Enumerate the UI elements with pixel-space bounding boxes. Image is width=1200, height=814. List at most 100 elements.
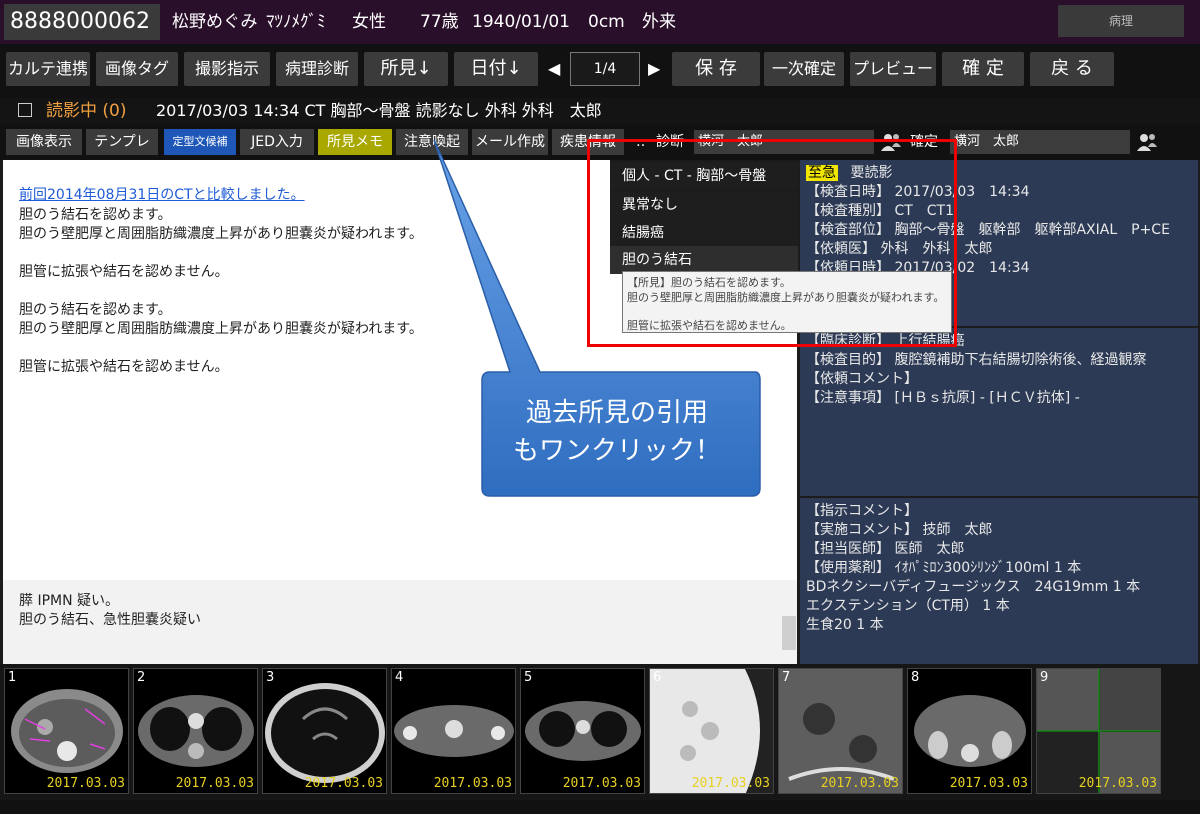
thumbnail-number: 2 <box>137 670 146 685</box>
shooting-instruction-button[interactable]: 撮影指示 <box>184 52 270 86</box>
preview-button[interactable]: プレビュー <box>850 52 936 86</box>
patient-name: 松野めぐみ <box>172 12 258 32</box>
thumbnail-number: 4 <box>395 670 404 685</box>
primary-confirm-button[interactable]: 一次確定 <box>764 52 844 86</box>
thumbnail[interactable]: 9 2017.03.03 <box>1036 668 1161 794</box>
thumbnail[interactable]: 8 2017.03.03 <box>907 668 1032 794</box>
menu-item-category[interactable]: 個人 - CT - 胸部～骨盤 <box>610 162 798 190</box>
thumbnail-date: 2017.03.03 <box>562 776 641 791</box>
menu-item-colon-cancer[interactable]: 結腸癌 <box>610 219 798 247</box>
tooltip-line: 胆管に拡張や結石を認めません。 <box>627 319 792 332</box>
info-line: エクステンション（CT用） 1 本 <box>806 598 1010 614</box>
thumbnail[interactable]: 7 2017.03.03 <box>778 668 903 794</box>
info-line: 【臨床診断】 上行結腸癌 <box>806 333 965 349</box>
findings-sort-button[interactable]: 所見↓ <box>364 52 448 86</box>
report-line: 胆管に拡張や結石を認めません。 <box>19 264 229 280</box>
urgent-badge: 至急 <box>806 165 838 181</box>
disease-info-button[interactable]: 疾患情報 <box>552 129 624 155</box>
visit-type: 外来 <box>642 12 676 32</box>
image-display-button[interactable]: 画像表示 <box>6 129 82 155</box>
thumbnail[interactable]: 3 2017.03.03 <box>262 668 387 794</box>
prev-page-icon[interactable]: ◀ <box>548 52 560 86</box>
patient-kana: ﾏﾂﾉﾒｸﾞﾐ <box>266 12 326 32</box>
thumbnail-strip: 1 2017.03.03 2 2017.03.03 3 2017.03.03 4… <box>0 664 1200 800</box>
report-line: 胆のう結石を認めます。 <box>19 207 172 223</box>
report-line: 胆管に拡張や結石を認めません。 <box>19 359 229 375</box>
thumbnail-date: 2017.03.03 <box>433 776 512 791</box>
previous-exam-link[interactable]: 前回2014年08月31日のCTと比較しました。 <box>19 184 305 204</box>
patient-height: 0cm <box>588 12 625 32</box>
date-sort-button[interactable]: 日付↓ <box>454 52 538 86</box>
past-findings-menu: 個人 - CT - 胸部～骨盤 異常なし 結腸癌 胆のう結石 <box>610 160 798 274</box>
info-line: 【依頼コメント】 <box>806 371 918 387</box>
thumbnail-date: 2017.03.03 <box>175 776 254 791</box>
exam-summary: 2017/03/03 14:34 CT 胸部～骨盤 読影なし 外科 外科 太郎 <box>156 101 602 120</box>
diagnosis-label: 診断 <box>656 134 684 150</box>
confirm-label: 確定 <box>910 134 938 150</box>
back-button[interactable]: 戻 る <box>1030 52 1114 86</box>
thumbnail[interactable]: 5 2017.03.03 <box>520 668 645 794</box>
procedure-info-panel: 【指示コメント】 【実施コメント】 技師 太郎 【担当医師】 医師 太郎 【使用… <box>800 498 1198 664</box>
image-tag-button[interactable]: 画像タグ <box>96 52 178 86</box>
next-page-icon[interactable]: ▶ <box>648 52 660 86</box>
thumbnail[interactable]: 6 2017.03.03 <box>649 668 774 794</box>
mail-button[interactable]: メール作成 <box>472 129 548 155</box>
users-icon[interactable] <box>1136 132 1158 152</box>
thumbnail[interactable]: 1 2017.03.03 <box>4 668 129 794</box>
fixed-text-button[interactable]: 定型文候補 <box>164 129 236 155</box>
impression-line: 膵 IPMN 疑い。 <box>19 593 120 609</box>
info-line: 【検査部位】 胸部～骨盤 躯幹部 躯幹部AXIAL P+CE <box>806 222 1170 238</box>
confirm-button[interactable]: 確 定 <box>942 52 1024 86</box>
main-toolbar: カルテ連携 画像タグ 撮影指示 病理診断 所見↓ 日付↓ ◀ 1/4 ▶ 保 存… <box>0 44 1200 98</box>
thumbnail-number: 9 <box>1040 670 1049 685</box>
thumbnail-number: 3 <box>266 670 275 685</box>
thumbnail[interactable]: 2 2017.03.03 <box>133 668 258 794</box>
patient-age: 77歳 <box>420 12 459 32</box>
bottom-bar <box>0 800 1200 814</box>
caution-button[interactable]: 注意喚起 <box>396 129 468 155</box>
users-icon[interactable] <box>880 132 902 152</box>
info-line: 【検査種別】 CT CT1 <box>806 203 955 219</box>
thumbnail[interactable]: 4 2017.03.03 <box>391 668 516 794</box>
karte-link-button[interactable]: カルテ連携 <box>6 52 90 86</box>
status-bar: 読影中 (0) 2017/03/03 14:34 CT 胸部～骨盤 読影なし 外… <box>0 98 1200 124</box>
impression-scrollbar[interactable] <box>782 616 796 650</box>
jed-input-button[interactable]: JED入力 <box>240 129 314 155</box>
info-line: 【指示コメント】 <box>806 503 918 519</box>
menu-item-no-abnormality[interactable]: 異常なし <box>610 191 798 219</box>
menu-item-gallstone[interactable]: 胆のう結石 <box>610 246 798 274</box>
info-line: 【依頼医】 外科 外科 太郎 <box>806 241 993 257</box>
thumbnail-date: 2017.03.03 <box>46 776 125 791</box>
thumbnail-number: 6 <box>653 670 662 685</box>
info-line: 【検査日時】 2017/03/03 14:34 <box>806 184 1030 200</box>
confirm-doctor-field[interactable]: 横河 太郎 <box>950 130 1130 154</box>
thumbnail-date: 2017.03.03 <box>691 776 770 791</box>
diagnosis-doctor-field[interactable]: 横河 太郎 <box>694 130 874 154</box>
save-button[interactable]: 保 存 <box>672 52 760 86</box>
callout-text: 過去所見の引用 もワンクリック！ <box>512 398 721 466</box>
reading-status: 読影中 (0) <box>46 101 127 121</box>
patient-birthdate: 1940/01/01 <box>472 12 570 32</box>
sub-toolbar: 画像表示 テンプレ 定型文候補 JED入力 所見メモ 注意喚起 メール作成 疾患… <box>0 124 1200 160</box>
info-line: 【注意事項】 [ＨＢｓ抗原] - [ＨＣＶ抗体] - <box>806 390 1080 406</box>
pathology-diagnosis-button[interactable]: 病理診断 <box>276 52 358 86</box>
tooltip-line: 胆のう壁肥厚と周囲脂肪織濃度上昇があり胆嚢炎が疑われます。 <box>627 291 945 304</box>
thumbnail-date: 2017.03.03 <box>304 776 383 791</box>
impression-editor[interactable]: 膵 IPMN 疑い。 胆のう結石、急性胆嚢炎疑い <box>3 580 797 664</box>
patient-id: 8888000062 <box>4 4 160 40</box>
more-menu[interactable]: ‥ <box>636 129 645 155</box>
info-line: 【実施コメント】 技師 太郎 <box>806 522 993 538</box>
impression-line: 胆のう結石、急性胆嚢炎疑い <box>19 612 201 628</box>
patient-sex: 女性 <box>352 12 386 32</box>
info-line: BDネクシーバディフュージックス 24G19mm 1 本 <box>806 579 1141 595</box>
pathology-button[interactable]: 病理 <box>1058 5 1184 37</box>
template-button[interactable]: テンプレ <box>86 129 158 155</box>
report-line: 胆のう壁肥厚と周囲脂肪織濃度上昇があり胆嚢炎が疑われます。 <box>19 226 423 242</box>
report-line: 胆のう結石を認めます。 <box>19 302 172 318</box>
thumbnail-date: 2017.03.03 <box>820 776 899 791</box>
thumbnail-date: 2017.03.03 <box>949 776 1028 791</box>
patient-header: 8888000062 松野めぐみ ﾏﾂﾉﾒｸﾞﾐ 女性 77歳 1940/01/… <box>0 0 1200 44</box>
reading-checkbox[interactable] <box>18 103 32 117</box>
info-line: 【使用薬剤】 ｲｵﾊﾟﾐﾛﾝ300ｼﾘﾝｼﾞ100ml 1 本 <box>806 560 1082 576</box>
findings-memo-button[interactable]: 所見メモ <box>318 129 392 155</box>
